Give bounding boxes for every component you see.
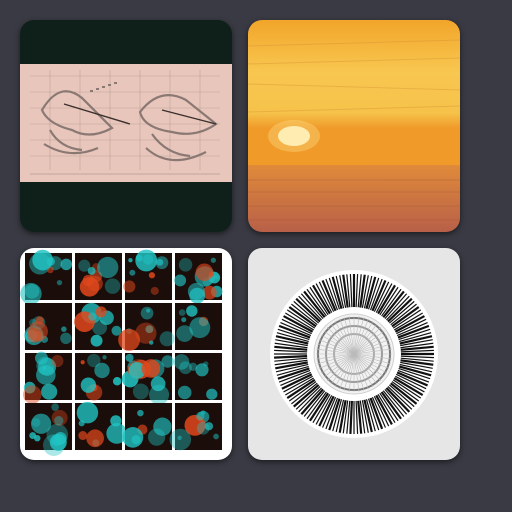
sunset-ocean-thumbnail[interactable] bbox=[248, 20, 460, 232]
radial-mandala-thumbnail[interactable] bbox=[248, 248, 460, 460]
radial-mandala-image bbox=[248, 248, 460, 460]
technical-drawing-image bbox=[20, 20, 232, 232]
bubble-grid-thumbnail[interactable] bbox=[20, 248, 232, 460]
bubble-grid-image bbox=[20, 248, 232, 460]
thumbnail-grid bbox=[0, 0, 512, 512]
sunset-ocean-image bbox=[248, 20, 460, 232]
technical-drawing-thumbnail[interactable] bbox=[20, 20, 232, 232]
